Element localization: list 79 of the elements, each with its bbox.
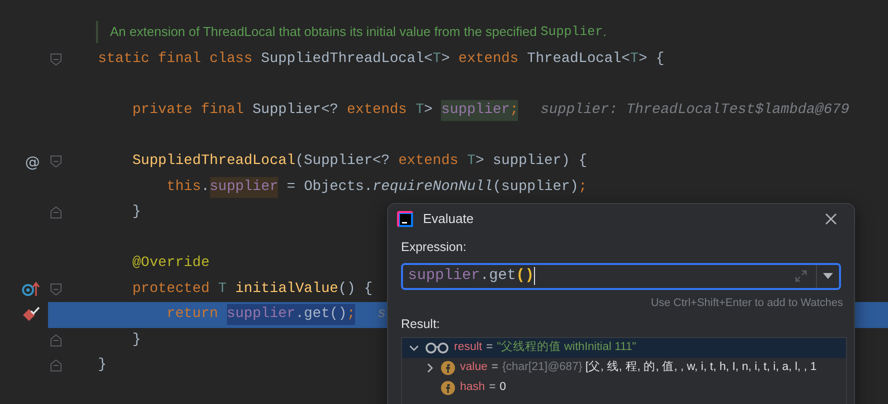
code-token: supplier — [210, 176, 278, 198]
code-token: requireNonNull — [372, 178, 493, 197]
doc-comment-text: Supplier — [540, 23, 603, 42]
breakpoint-icon[interactable] — [22, 306, 40, 324]
code-token: static final class — [98, 50, 254, 70]
variable-value: [父, 线, 程, 的, 值, , w, i, t, h, I, n, i, t, i, a, l, , 1 — [585, 360, 817, 376]
code-token: } — [131, 330, 141, 350]
code-token: supplier — [441, 100, 510, 122]
code-token: protected — [131, 280, 211, 299]
code-token: > { — [638, 50, 664, 70]
expression-token: .get — [480, 267, 516, 284]
code-token: SuppliedThreadLocal< — [261, 50, 433, 70]
inline-value-hint: supplier: ThreadLocalTest$lambda@679 — [540, 101, 850, 120]
override-icon[interactable] — [22, 281, 40, 298]
expression-label: Expression: — [401, 239, 468, 256]
fold-icon[interactable] — [50, 206, 62, 220]
expression-field[interactable]: supplier.get() — [401, 262, 841, 290]
dialog-title: Evaluate — [423, 210, 474, 228]
variable-name: hash — [460, 380, 485, 396]
code-token: () { — [338, 280, 373, 299]
app-logo-icon — [397, 210, 413, 226]
code-token: } — [98, 356, 107, 376]
code-token: ; — [578, 178, 588, 197]
code-token: > — [424, 101, 434, 120]
result-tree-row[interactable]: result = "父线程的值 withInitial 111" — [402, 338, 846, 358]
code-token: extends — [398, 152, 460, 172]
code-token: extends — [458, 50, 520, 70]
fold-icon[interactable] — [50, 282, 62, 296]
fold-icon[interactable] — [50, 334, 62, 347]
code-token: } — [131, 203, 141, 222]
field-icon — [441, 381, 455, 395]
code-token: T — [466, 152, 476, 172]
code-token: > supplier) { — [476, 152, 588, 172]
glasses-icon — [425, 342, 449, 354]
equals-sign: = — [486, 340, 493, 356]
code-token: T — [630, 50, 639, 70]
expression-token: supplier — [408, 267, 480, 284]
code-token: @Override — [131, 254, 210, 274]
code-token: > — [441, 50, 451, 70]
code-token: (Supplier<? — [295, 152, 391, 172]
type-info: {char[21]@687} — [502, 360, 582, 376]
fold-icon[interactable] — [50, 53, 62, 66]
fold-icon[interactable] — [50, 155, 62, 168]
code-token: this — [166, 178, 201, 197]
caret-icon[interactable] — [823, 273, 833, 280]
result-tree-row[interactable]: hash = 0 — [402, 378, 846, 398]
fold-icon[interactable] — [50, 359, 62, 372]
chevron-right-icon[interactable] — [425, 363, 435, 373]
code-token: T — [415, 101, 424, 120]
variable-value: 0 — [500, 380, 506, 396]
code-token: initialValue — [235, 280, 338, 299]
code-token: .get() — [295, 304, 347, 326]
code-token: . — [200, 178, 210, 197]
equals-sign: = — [492, 360, 498, 376]
field-icon — [441, 361, 455, 375]
chevron-down-icon[interactable] — [409, 343, 419, 353]
result-tree-row[interactable]: value = {char[21]@687} [父, 线, 程, 的, 值, , w, i, t, h, I, n, i, t, i, a, l, , 1 — [402, 358, 846, 378]
code-token: supplier — [226, 304, 296, 326]
code-token: ThreadLocal< — [527, 50, 630, 70]
code-token: T — [218, 280, 228, 299]
code-token: SuppliedThreadLocal — [131, 152, 296, 172]
variable-value: "父线程的值 withInitial 111" — [496, 340, 636, 356]
variable-name: value — [460, 360, 488, 376]
code-token: T — [432, 50, 442, 70]
code-token: return — [166, 305, 220, 324]
code-token: = Objects. — [286, 178, 373, 197]
expression-token: () — [516, 267, 534, 284]
watches-hint: Use Ctrl+Shift+Enter to add to Watches — [650, 296, 843, 311]
doc-comment-text: . — [602, 23, 607, 42]
annotation-gutter-mark[interactable]: @ — [25, 150, 40, 173]
doc-comment-text: An extension of ThreadLocal that obtains its initial value from the specified — [110, 23, 538, 42]
code-token: extends — [346, 101, 408, 120]
equals-sign: = — [488, 380, 496, 396]
code-token: Supplier<? — [252, 101, 340, 120]
inline-value-hint: s — [377, 305, 386, 324]
variable-name: result — [454, 340, 482, 356]
code-token: private final — [131, 101, 245, 120]
result-label: Result: — [401, 316, 441, 334]
code-token: (supplier) — [492, 178, 578, 197]
